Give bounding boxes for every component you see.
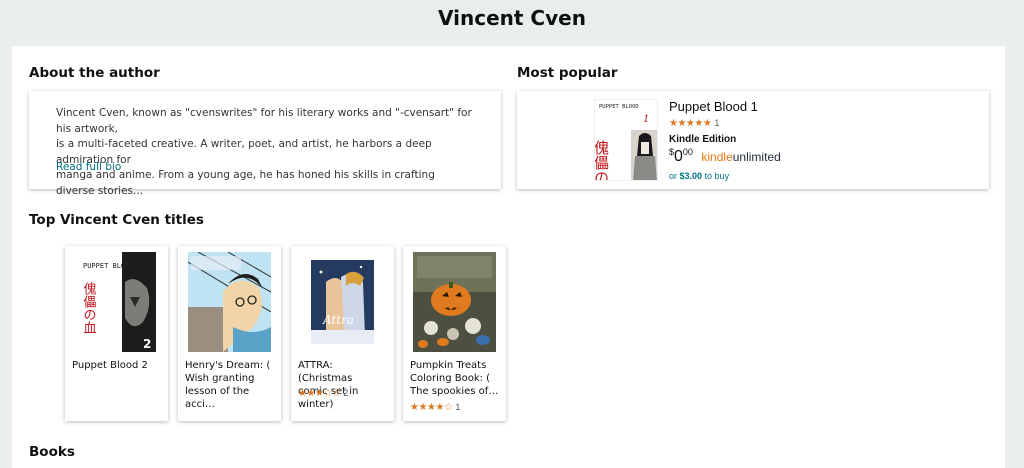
popular-book-title[interactable]: Puppet Blood 1 — [669, 99, 758, 114]
title-card-pumpkin-treats[interactable]: Pumpkin Treats Coloring Book: ( The spoo… — [403, 246, 506, 421]
top-titles-heading: Top Vincent Cven titles — [29, 212, 204, 228]
read-full-bio-link[interactable]: Read full bio — [56, 161, 121, 173]
title-line: Wish granting — [185, 373, 255, 384]
rating-count: 2 — [343, 388, 349, 398]
buy-price: $3.00 — [679, 171, 703, 181]
star-rating-icon: ★★★★☆ — [410, 402, 453, 413]
title-card-label[interactable]: ATTRA: (Christmas comic set in winter) — [298, 359, 390, 411]
edition-label: Kindle Edition — [669, 134, 737, 145]
most-popular-card: PUPPET BLOOD 傀儡の血 1 Puppet Blood 1 ★★★★★… — [517, 91, 989, 189]
price-cents: 00 — [682, 147, 693, 157]
kindle-unlimited-logo: kindleunlimited — [701, 150, 780, 164]
kindle-unlimited-logo-part2: unlimited — [732, 150, 781, 164]
title-line: Henry's Dream: ( — [185, 360, 271, 371]
price: $000 kindleunlimited — [669, 147, 781, 166]
author-bio: Vincent Cven, known as "cvenswrites" for… — [56, 106, 476, 199]
cover-title-text: PUPPET BLOOD — [83, 262, 134, 270]
title-line: Puppet Blood 2 — [72, 360, 148, 371]
cover-kanji-text: 傀儡の血 — [595, 140, 610, 181]
cover-number-text: 1 — [643, 114, 649, 125]
rating-count: 1 — [455, 402, 461, 412]
bio-line: Vincent Cven, known as "cvenswrites" for… — [56, 107, 472, 135]
about-heading: About the author — [29, 65, 160, 81]
buy-prefix: or — [669, 171, 680, 181]
page-title: Vincent Cven — [438, 6, 586, 30]
title-card-label[interactable]: Henry's Dream: ( Wish granting lesson of… — [185, 359, 277, 411]
puppet-blood-1-cover[interactable]: PUPPET BLOOD 傀儡の血 1 — [594, 99, 658, 181]
star-rating-icon: ★★★☆☆ — [298, 388, 341, 399]
pumpkin-treats-cover[interactable] — [413, 252, 496, 352]
title-card-label[interactable]: Puppet Blood 2 — [72, 359, 164, 372]
cover-title-text: Attra — [322, 313, 354, 327]
rating-count: 1 — [714, 118, 720, 128]
author-page-panel: About the author Vincent Cven, known as … — [12, 46, 1005, 468]
cover-number-text: 2 — [143, 337, 151, 351]
title-card-attra[interactable]: Attra ATTRA: (Christmas comic set in win… — [291, 246, 394, 421]
title-line: Pumpkin Treats — [410, 360, 487, 371]
buy-option-link[interactable]: or $3.00 to buy — [669, 171, 729, 181]
cover-title-text: PUPPET BLOOD — [599, 104, 639, 110]
cover-kanji-text: 傀儡の血 — [81, 281, 97, 334]
title-card-label[interactable]: Pumpkin Treats Coloring Book: ( The spoo… — [410, 359, 502, 398]
title-card-puppet-blood-2[interactable]: PUPPET BLOOD 傀儡の血 2 Puppet Blood 2 — [65, 246, 168, 421]
title-line: The spookies of… — [410, 386, 499, 397]
title-card-henrys-dream[interactable]: Henry's Dream: ( Wish granting lesson of… — [178, 246, 281, 421]
title-line: ATTRA: (Christmas — [298, 360, 353, 384]
puppet-blood-2-cover[interactable]: PUPPET BLOOD 傀儡の血 2 — [75, 252, 158, 352]
books-heading: Books — [29, 444, 75, 460]
popular-rating[interactable]: ★★★★★ 1 — [669, 118, 719, 129]
most-popular-heading: Most popular — [517, 65, 618, 81]
buy-suffix: to buy — [702, 171, 730, 181]
title-rating[interactable]: ★★★★☆ 1 — [410, 402, 460, 413]
about-card: Vincent Cven, known as "cvenswrites" for… — [29, 91, 501, 197]
attra-cover[interactable]: Attra — [301, 252, 384, 352]
price-whole: 0 — [674, 148, 683, 165]
title-line: Coloring Book: ( — [410, 373, 491, 384]
star-rating-icon: ★★★★★ — [669, 118, 712, 129]
title-line: lesson of the acci… — [185, 386, 250, 410]
title-rating[interactable]: ★★★☆☆ 2 — [298, 388, 348, 399]
henrys-dream-cover[interactable] — [188, 252, 271, 352]
kindle-unlimited-logo-part1: kindle — [701, 150, 733, 164]
